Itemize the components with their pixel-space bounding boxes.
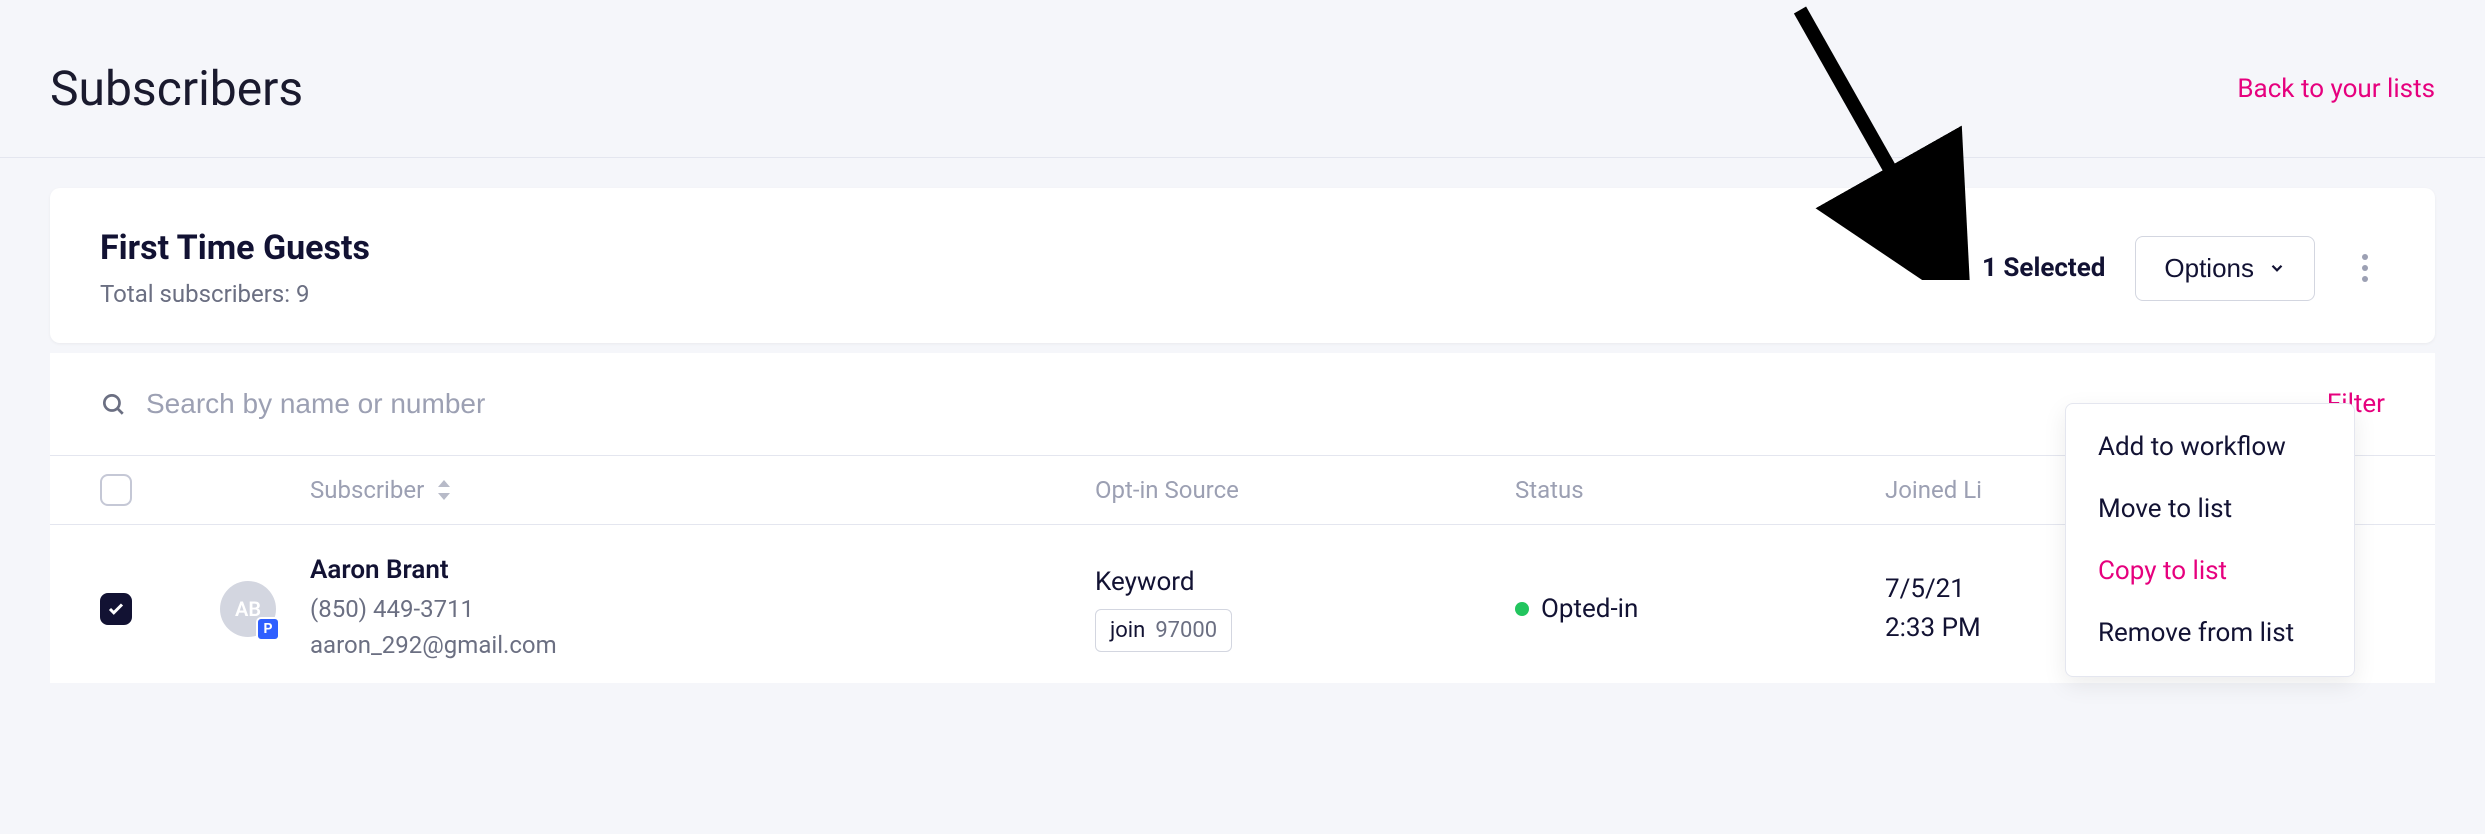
list-more-button[interactable] — [2345, 248, 2385, 288]
row-checkbox[interactable] — [100, 593, 132, 625]
status-cell: Opted-in — [1515, 594, 1885, 624]
search-icon — [100, 391, 126, 417]
dropdown-item-move-list[interactable]: Move to list — [2066, 478, 2354, 540]
sort-icon — [436, 480, 452, 500]
chevron-down-icon — [2268, 259, 2286, 277]
subscriber-email: aaron_292@gmail.com — [310, 627, 1095, 663]
column-subscriber[interactable]: Subscriber — [310, 476, 1095, 504]
card-header-actions: 1 Selected Options — [1982, 236, 2385, 301]
options-button-label: Options — [2164, 253, 2254, 284]
list-info: First Time Guests Total subscribers: 9 — [100, 228, 370, 308]
search-wrap — [100, 388, 2327, 420]
row-select-cell — [100, 593, 220, 625]
optin-source-value: Keyword — [1095, 567, 1515, 597]
column-status: Status — [1515, 476, 1885, 504]
status-dot-icon — [1515, 602, 1529, 616]
dropdown-item-remove-list[interactable]: Remove from list — [2066, 602, 2354, 664]
subscriber-name[interactable]: Aaron Brant — [310, 555, 1095, 585]
card-header: First Time Guests Total subscribers: 9 1… — [50, 188, 2435, 343]
select-all-checkbox[interactable] — [100, 474, 132, 506]
keyword-pill: join 97000 — [1095, 609, 1232, 652]
selected-count: 1 Selected — [1982, 253, 2105, 283]
page-title: Subscribers — [50, 60, 303, 117]
page-header: Subscribers Back to your lists — [0, 0, 2485, 158]
subscriber-cell: Aaron Brant (850) 449-3711 aaron_292@gma… — [310, 555, 1095, 663]
subscriber-table: Add to workflow Move to list Copy to lis… — [50, 353, 2435, 683]
list-summary-card: First Time Guests Total subscribers: 9 1… — [50, 188, 2435, 343]
status-value: Opted-in — [1541, 594, 1638, 624]
optin-source-cell: Keyword join 97000 — [1095, 567, 1515, 652]
dropdown-item-add-workflow[interactable]: Add to workflow — [2066, 416, 2354, 478]
options-dropdown: Add to workflow Move to list Copy to lis… — [2065, 403, 2355, 677]
column-optin-source: Opt-in Source — [1095, 476, 1515, 504]
options-button[interactable]: Options — [2135, 236, 2315, 301]
avatar: AB P — [220, 581, 276, 637]
more-vertical-icon — [2361, 253, 2369, 283]
check-icon — [107, 600, 125, 618]
dropdown-item-copy-list[interactable]: Copy to list — [2066, 540, 2354, 602]
select-all-cell — [100, 474, 220, 506]
subscriber-count: Total subscribers: 9 — [100, 280, 370, 308]
back-to-lists-link[interactable]: Back to your lists — [2237, 74, 2435, 104]
avatar-badge-icon: P — [256, 617, 280, 641]
subscriber-phone: (850) 449-3711 — [310, 591, 1095, 627]
search-input[interactable] — [146, 388, 746, 420]
avatar-cell: AB P — [220, 581, 310, 637]
list-name: First Time Guests — [100, 228, 370, 268]
